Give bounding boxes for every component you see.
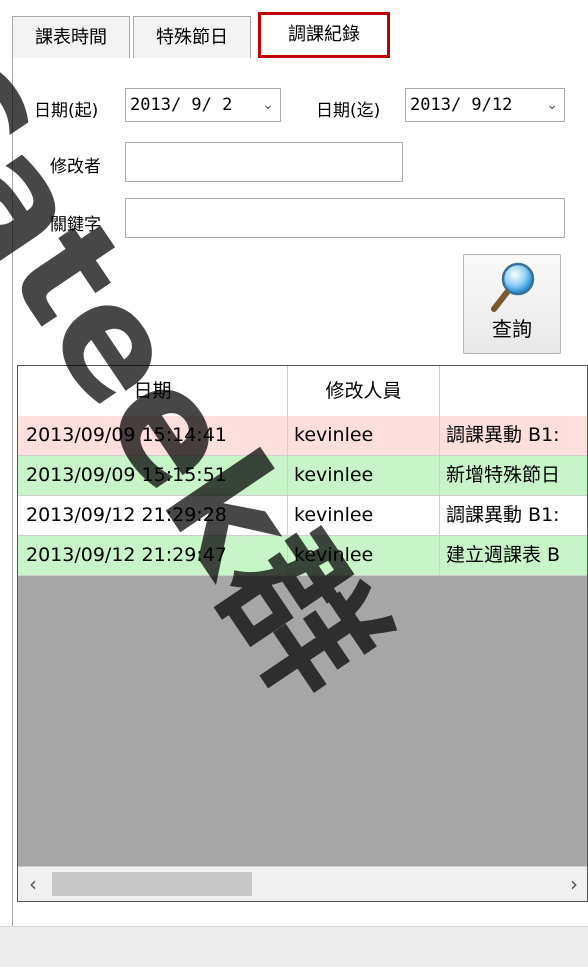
keyword-label: 關鍵字 — [50, 215, 101, 235]
cell-date: 2013/09/09 15:14:41 — [18, 416, 288, 455]
date-from-label: 日期(起) — [34, 101, 99, 121]
tab-special-holidays[interactable]: 特殊節日 — [133, 16, 251, 58]
column-header-date[interactable]: 日期 — [18, 366, 288, 416]
cell-description: 調課異動 B1: — [440, 416, 587, 455]
cell-modifier: kevinlee — [288, 456, 440, 495]
tab-strip: 課表時間 特殊節日 調課紀錄 — [12, 12, 588, 59]
cell-date: 2013/09/09 15:15:51 — [18, 456, 288, 495]
keyword-input[interactable] — [125, 198, 565, 238]
cell-description: 建立週課表 B — [440, 536, 587, 575]
date-to-label: 日期(迄) — [316, 101, 381, 121]
table-header: 日期 修改人員 — [18, 366, 587, 417]
modifier-label: 修改者 — [50, 157, 101, 177]
scroll-left-icon[interactable]: ‹ — [18, 867, 48, 901]
magnifier-search-icon — [491, 262, 535, 312]
app-window: 課表時間 特殊節日 調課紀錄 日期(起) 2013/ 9/ 2 ⌄ 日期(迄) … — [0, 0, 588, 967]
table-row[interactable]: 2013/09/12 21:29:28 kevinlee 調課異動 B1: — [18, 496, 587, 536]
cell-description: 新增特殊節日 — [440, 456, 587, 495]
chevron-down-icon[interactable]: ⌄ — [262, 89, 274, 121]
table-row[interactable]: 2013/09/09 15:14:41 kevinlee 調課異動 B1: — [18, 416, 587, 456]
column-header-modifier[interactable]: 修改人員 — [288, 366, 440, 416]
chevron-down-icon[interactable]: ⌄ — [546, 89, 558, 121]
horizontal-scrollbar[interactable]: ‹ › — [18, 866, 587, 901]
cell-description: 調課異動 B1: — [440, 496, 587, 535]
column-header-description[interactable] — [440, 366, 587, 416]
table-row[interactable]: 2013/09/09 15:15:51 kevinlee 新增特殊節日 — [18, 456, 587, 496]
scroll-right-icon[interactable]: › — [559, 867, 587, 901]
log-table[interactable]: 日期 修改人員 2013/09/09 15:14:41 kevinlee 調課異… — [17, 365, 588, 902]
date-to-picker[interactable]: 2013/ 9/12 ⌄ — [405, 88, 565, 122]
tab-class-schedule-time[interactable]: 課表時間 — [12, 16, 130, 58]
modifier-input[interactable] — [125, 142, 403, 182]
cell-modifier: kevinlee — [288, 496, 440, 535]
status-bar — [0, 926, 588, 967]
tab-adjustment-log[interactable]: 調課紀錄 — [258, 12, 390, 58]
date-from-value: 2013/ 9/ 2 — [130, 95, 233, 115]
query-button[interactable]: 查詢 — [463, 254, 561, 354]
cell-date: 2013/09/12 21:29:28 — [18, 496, 288, 535]
query-button-label: 查詢 — [492, 317, 532, 341]
cell-date: 2013/09/12 21:29:47 — [18, 536, 288, 575]
date-from-picker[interactable]: 2013/ 9/ 2 ⌄ — [125, 88, 281, 122]
scrollbar-thumb[interactable] — [52, 872, 252, 896]
table-row[interactable]: 2013/09/12 21:29:47 kevinlee 建立週課表 B — [18, 536, 587, 576]
date-to-value: 2013/ 9/12 — [410, 95, 513, 115]
cell-modifier: kevinlee — [288, 536, 440, 575]
cell-modifier: kevinlee — [288, 416, 440, 455]
